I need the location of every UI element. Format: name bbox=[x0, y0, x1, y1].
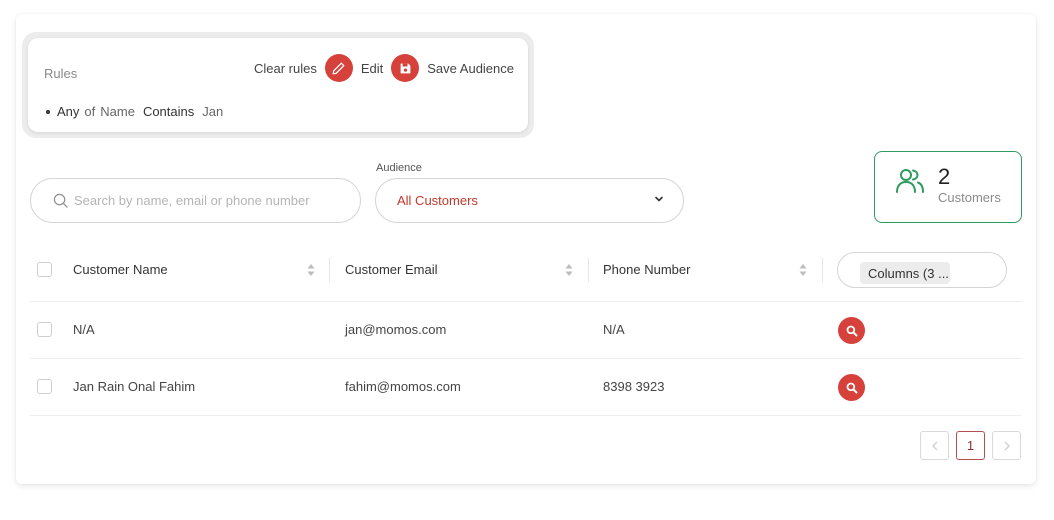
view-customer-button[interactable] bbox=[838, 317, 865, 344]
customer-count-card: 2 Customers bbox=[874, 151, 1022, 223]
pencil-icon bbox=[332, 62, 345, 74]
rule-field: Name bbox=[100, 104, 135, 119]
column-header-email[interactable]: Customer Email bbox=[345, 262, 437, 277]
chevron-right-icon bbox=[1004, 441, 1010, 450]
sort-icon[interactable] bbox=[798, 262, 808, 278]
rules-card-wrapper: Rules Clear rules Edit Save Audience Any bbox=[22, 32, 534, 138]
page-button-current[interactable]: 1 bbox=[956, 431, 985, 460]
columns-button[interactable]: Columns (3 ... bbox=[837, 252, 1007, 288]
cell-email: fahim@momos.com bbox=[345, 379, 461, 394]
magnifier-icon bbox=[846, 382, 857, 393]
sort-icon[interactable] bbox=[564, 262, 574, 278]
clear-rules-button[interactable]: Clear rules bbox=[254, 61, 317, 76]
column-divider bbox=[822, 258, 823, 282]
rules-title: Rules bbox=[44, 66, 78, 81]
rules-card: Rules Clear rules Edit Save Audience Any bbox=[28, 38, 528, 132]
search-input[interactable] bbox=[74, 193, 334, 208]
cell-name: Jan Rain Onal Fahim bbox=[73, 379, 196, 394]
column-header-phone[interactable]: Phone Number bbox=[603, 262, 690, 277]
customers-table: Customer Name Customer Email Phone Numbe… bbox=[30, 244, 1022, 416]
search-icon bbox=[53, 193, 68, 208]
floppy-disk-icon bbox=[400, 63, 411, 73]
table-row[interactable]: Jan Rain Onal Fahim fahim@momos.com 8398… bbox=[30, 359, 1022, 416]
customer-count: 2 bbox=[938, 164, 951, 189]
row-checkbox[interactable] bbox=[37, 379, 52, 394]
select-all-checkbox[interactable] bbox=[37, 262, 52, 277]
search-box[interactable] bbox=[30, 178, 361, 223]
rule-value: Jan bbox=[202, 104, 224, 119]
next-page-button[interactable] bbox=[992, 431, 1021, 460]
magnifier-icon bbox=[846, 325, 857, 336]
chevron-left-icon bbox=[931, 441, 937, 450]
audience-label: Audience bbox=[376, 162, 422, 174]
rule-operator: Contains bbox=[142, 104, 195, 119]
rule-of: of bbox=[84, 104, 96, 119]
audience-select[interactable]: All Customers bbox=[375, 178, 684, 223]
bullet bbox=[46, 109, 50, 114]
save-audience-button[interactable]: Save Audience bbox=[427, 61, 514, 76]
prev-page-button[interactable] bbox=[920, 431, 949, 460]
column-divider bbox=[588, 258, 589, 282]
cell-phone: N/A bbox=[603, 322, 625, 337]
column-divider bbox=[329, 258, 330, 282]
rule-quantifier: Any bbox=[57, 104, 80, 119]
chevron-down-icon bbox=[655, 196, 663, 202]
cell-email: jan@momos.com bbox=[345, 322, 447, 337]
save-icon-button[interactable] bbox=[391, 54, 420, 82]
column-header-name[interactable]: Customer Name bbox=[73, 262, 168, 277]
edit-icon-button[interactable] bbox=[324, 54, 353, 82]
cell-phone: 8398 3923 bbox=[603, 379, 665, 394]
rules-actions: Clear rules Edit Save Audience bbox=[254, 54, 514, 82]
cell-name: N/A bbox=[73, 322, 95, 337]
table-header: Customer Name Customer Email Phone Numbe… bbox=[30, 244, 1022, 302]
table-row[interactable]: N/A jan@momos.com N/A bbox=[30, 302, 1022, 359]
pagination: 1 bbox=[920, 431, 1021, 460]
sort-icon[interactable] bbox=[306, 262, 316, 278]
row-checkbox[interactable] bbox=[37, 322, 52, 337]
users-icon bbox=[896, 169, 924, 193]
customer-count-label: Customers bbox=[938, 190, 1001, 205]
view-customer-button[interactable] bbox=[838, 374, 865, 401]
audience-selected-value: All Customers bbox=[397, 193, 478, 208]
columns-button-label: Columns (3 ... bbox=[860, 262, 950, 284]
rule-item: Any of Name Contains Jan bbox=[46, 104, 223, 119]
edit-button[interactable]: Edit bbox=[361, 61, 383, 76]
